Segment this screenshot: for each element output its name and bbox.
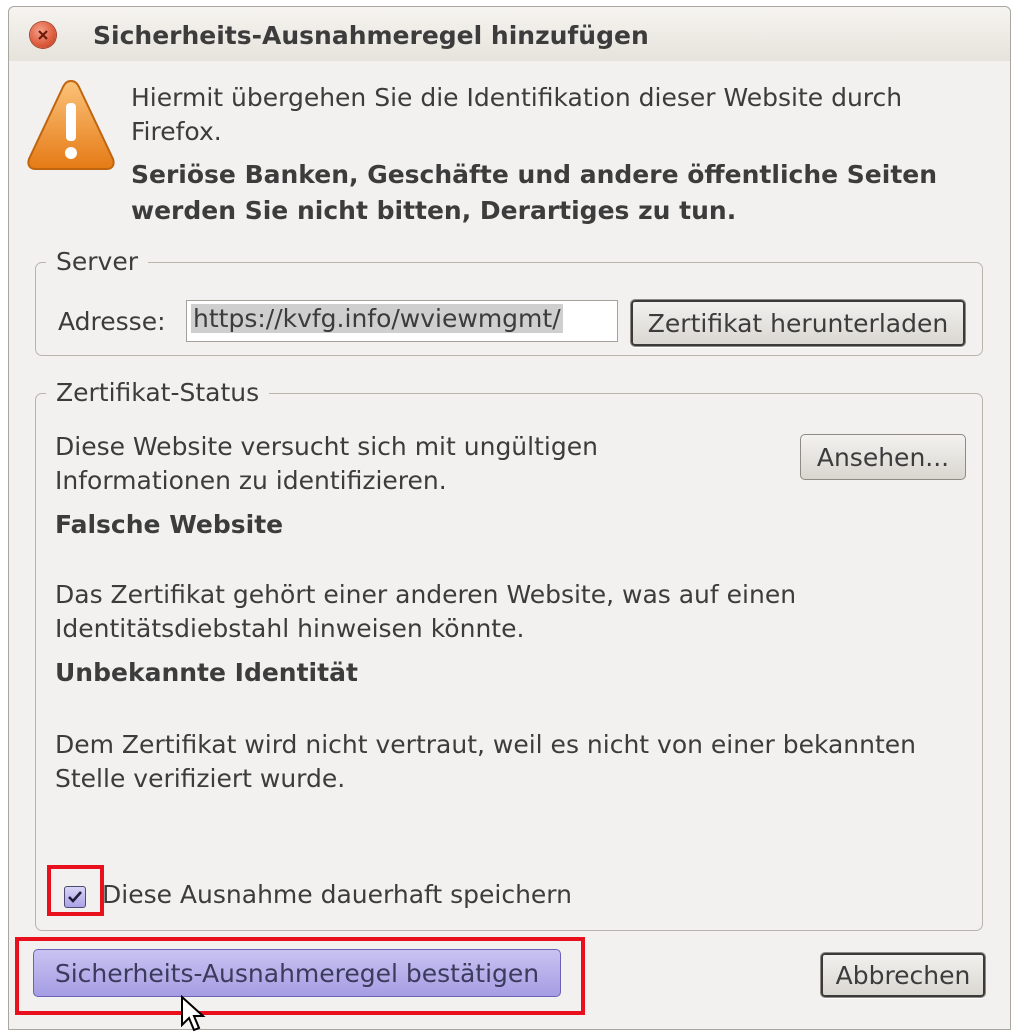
- address-value: https://kvfg.info/wviewmgmt/: [191, 304, 563, 333]
- address-input[interactable]: https://kvfg.info/wviewmgmt/: [186, 300, 618, 342]
- permanent-label[interactable]: Diese Ausnahme dauerhaft speichern: [102, 880, 572, 910]
- checkbox-highlight-box: [47, 865, 104, 916]
- issue-text-wrong-site: Das Zertifikat gehört einer anderen Webs…: [55, 580, 797, 643]
- view-certificate-button[interactable]: Ansehen...: [800, 434, 966, 480]
- warning-bold-text: Seriöse Banken, Geschäfte und andere öff…: [131, 160, 938, 225]
- issue-title-unknown-identity: Unbekannte Identität: [55, 658, 358, 687]
- issue-text-unknown-identity: Dem Zertifikat wird nicht vertraut, weil…: [55, 730, 917, 793]
- title-bar: Sicherheits-Ausnahmeregel hinzufügen: [9, 7, 1010, 61]
- status-intro: Diese Website versucht sich mit ungültig…: [55, 432, 598, 495]
- status-legend: Zertifikat-Status: [46, 376, 270, 410]
- mouse-cursor-icon: [181, 995, 206, 1032]
- server-legend: Server: [46, 245, 148, 279]
- certificate-status-group: Zertifikat-Status Diese Website versucht…: [35, 376, 983, 931]
- dialog-title: Sicherheits-Ausnahmeregel hinzufügen: [93, 21, 649, 50]
- warning-icon: [27, 79, 115, 170]
- issue-title-wrong-site: Falsche Website: [55, 510, 284, 539]
- confirm-highlight-box: [15, 937, 585, 1015]
- dialog-window: Sicherheits-Ausnahmeregel hinzufügen Hie…: [8, 6, 1011, 1032]
- warning-text: Hiermit übergehen Sie die Identifikation…: [131, 83, 903, 146]
- close-icon[interactable]: [30, 22, 56, 48]
- cancel-button[interactable]: Abbrechen: [820, 952, 986, 998]
- address-label: Adresse:: [58, 307, 166, 336]
- download-certificate-button[interactable]: Zertifikat herunterladen: [630, 299, 966, 347]
- server-group: Server Adresse: https://kvfg.info/wviewm…: [35, 245, 983, 356]
